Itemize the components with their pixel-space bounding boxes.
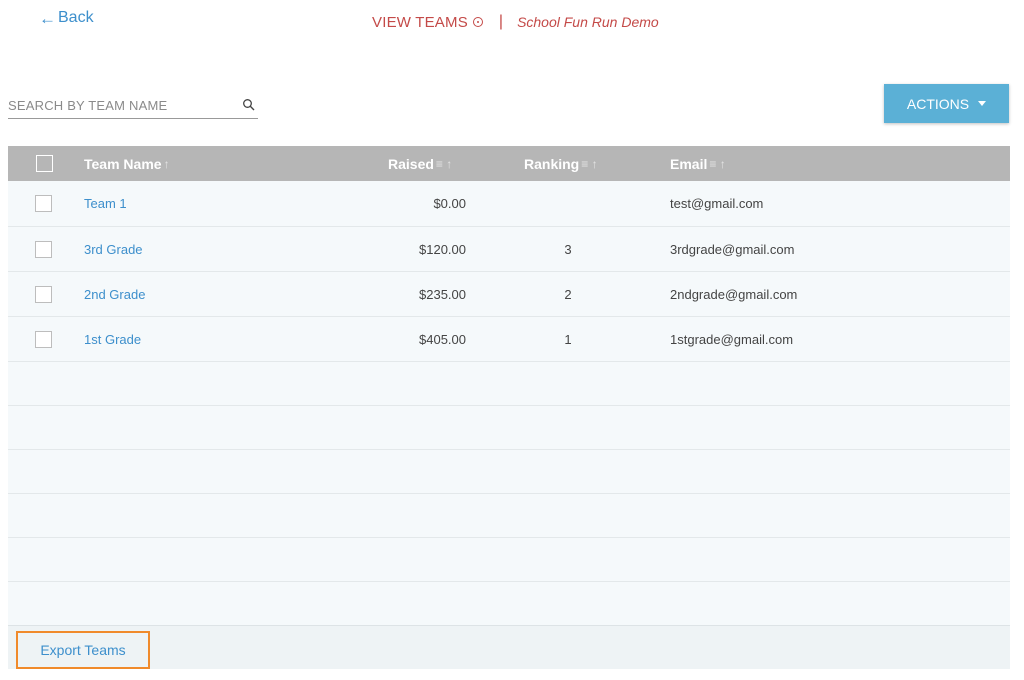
info-icon[interactable] xyxy=(472,17,483,27)
filter-sort-icon[interactable]: ≡ ↑ xyxy=(581,157,597,171)
actions-button[interactable]: ACTIONS xyxy=(884,84,1009,123)
back-link[interactable]: ← Back xyxy=(39,9,94,27)
sort-asc-icon[interactable]: ↑ xyxy=(164,157,170,171)
row-checkbox-cell xyxy=(35,181,52,225)
title-separator: | xyxy=(498,13,504,30)
row-checkbox[interactable] xyxy=(35,330,52,348)
select-all-checkbox[interactable] xyxy=(36,155,53,172)
table-footer: Export Teams xyxy=(8,625,1010,669)
row-checkbox[interactable] xyxy=(35,194,52,212)
empty-row xyxy=(8,449,1010,493)
table-header: Team Name ↑ Raised ≡ ↑ Ranking ≡ ↑ Email… xyxy=(8,146,1010,181)
row-checkbox-cell xyxy=(35,317,52,361)
table-row: 3rd Grade $120.00 3 3rdgrade@gmail.com xyxy=(8,226,1010,271)
empty-row xyxy=(8,361,1010,405)
ranking-cell xyxy=(548,181,588,225)
team-name-link[interactable]: Team 1 xyxy=(84,196,127,211)
filter-sort-icon[interactable]: ≡ ↑ xyxy=(436,157,452,171)
search-icon[interactable] xyxy=(242,98,256,112)
caret-down-icon xyxy=(978,101,987,106)
row-checkbox-cell xyxy=(35,227,52,271)
empty-row xyxy=(8,537,1010,581)
empty-row xyxy=(8,493,1010,537)
team-name-link[interactable]: 3rd Grade xyxy=(84,242,143,257)
select-all-cell xyxy=(36,146,53,181)
search-bar xyxy=(8,92,258,119)
row-checkbox-cell xyxy=(35,272,52,316)
table-row: 2nd Grade $235.00 2 2ndgrade@gmail.com xyxy=(8,271,1010,316)
ranking-cell: 2 xyxy=(564,286,572,302)
event-name: School Fun Run Demo xyxy=(517,14,659,30)
arrow-left-icon: ← xyxy=(39,8,56,28)
page-title: VIEW TEAMS xyxy=(372,13,468,31)
email-cell: test@gmail.com xyxy=(670,195,764,211)
email-cell: 2ndgrade@gmail.com xyxy=(670,286,798,302)
column-email[interactable]: Email ≡ ↑ xyxy=(670,146,726,181)
filter-sort-icon[interactable]: ≡ ↑ xyxy=(709,157,725,171)
export-teams-button[interactable]: Export Teams xyxy=(16,631,150,669)
raised-cell: $235.00 xyxy=(419,286,466,302)
column-ranking[interactable]: Ranking ≡ ↑ xyxy=(524,146,598,181)
actions-label: ACTIONS xyxy=(906,95,970,112)
raised-cell: $405.00 xyxy=(419,331,466,347)
row-checkbox[interactable] xyxy=(35,285,52,303)
table-row: Team 1 $0.00 test@gmail.com xyxy=(8,181,1010,226)
page-header: VIEW TEAMS | School Fun Run Demo xyxy=(372,13,659,31)
table-row: 1st Grade $405.00 1 1stgrade@gmail.com xyxy=(8,316,1010,361)
team-name-link[interactable]: 1st Grade xyxy=(84,332,141,347)
column-raised[interactable]: Raised ≡ ↑ xyxy=(388,146,452,181)
column-raised-label: Raised xyxy=(388,155,434,172)
back-label: Back xyxy=(58,9,94,26)
search-input[interactable] xyxy=(8,97,228,113)
email-cell: 1stgrade@gmail.com xyxy=(670,331,794,347)
column-ranking-label: Ranking xyxy=(524,155,580,172)
raised-cell: $0.00 xyxy=(433,195,466,211)
team-name-link[interactable]: 2nd Grade xyxy=(84,287,145,302)
empty-row xyxy=(8,405,1010,449)
teams-table: Team Name ↑ Raised ≡ ↑ Ranking ≡ ↑ Email… xyxy=(8,146,1010,669)
ranking-cell: 1 xyxy=(564,331,572,347)
row-checkbox[interactable] xyxy=(35,240,52,258)
raised-cell: $120.00 xyxy=(419,241,466,257)
email-cell: 3rdgrade@gmail.com xyxy=(670,241,795,257)
ranking-cell: 3 xyxy=(564,241,572,257)
table-body: Team 1 $0.00 test@gmail.com 3rd Grade $1… xyxy=(8,181,1010,625)
column-team-name-label: Team Name xyxy=(84,155,162,172)
empty-row xyxy=(8,581,1010,625)
column-team-name[interactable]: Team Name ↑ xyxy=(84,146,170,181)
column-email-label: Email xyxy=(670,155,708,172)
